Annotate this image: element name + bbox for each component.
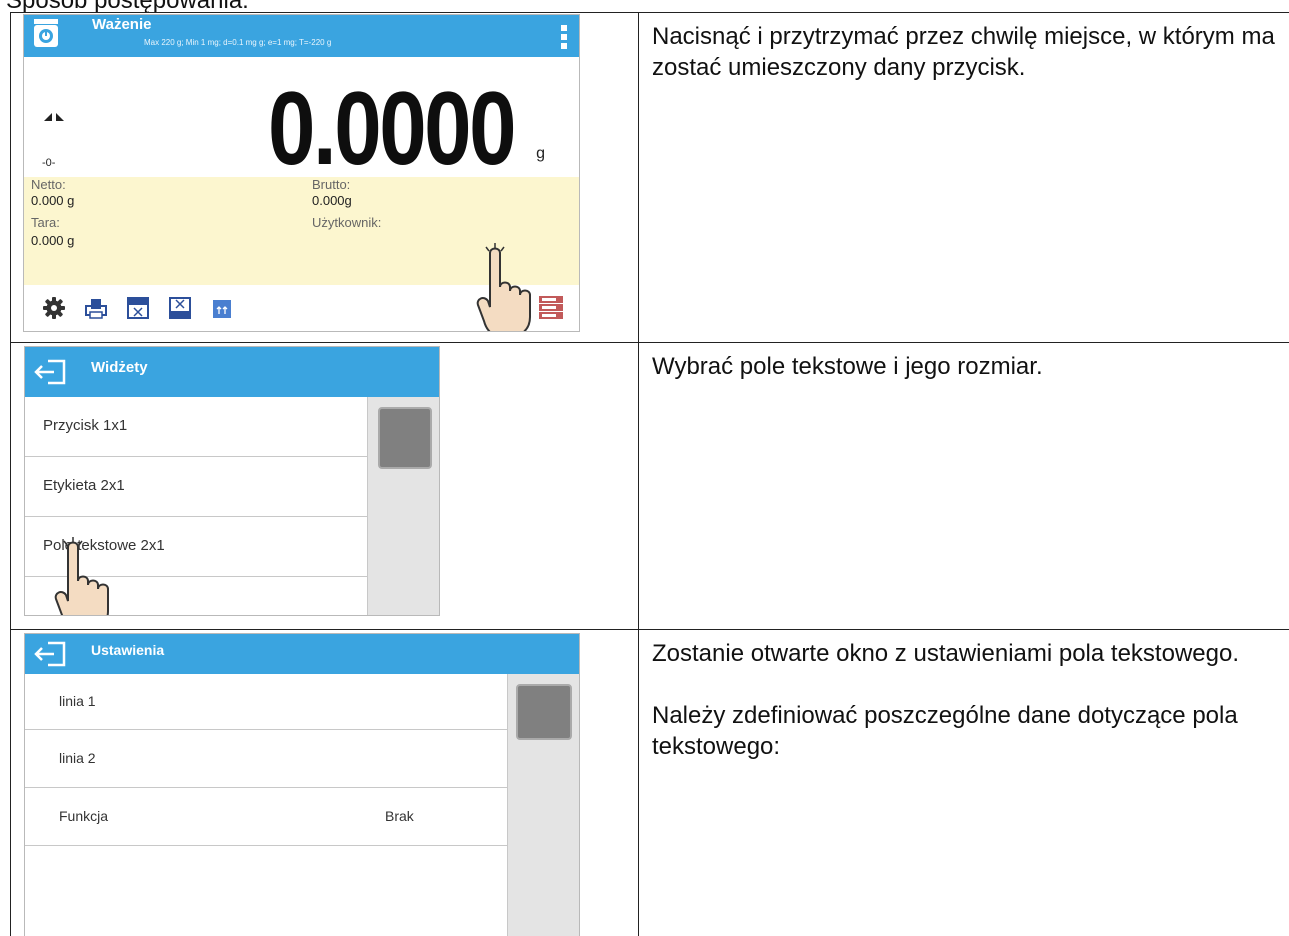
zero-indicator: -0- [42,157,56,169]
widgets-screen: Widżety Przycisk 1x1 Etykieta 2x1 Pole t… [24,346,440,616]
description-cell: Nacisnąć i przytrzymać przez chwilę miej… [638,12,1289,343]
instruction-text: Wybrać pole tekstowe i jego rozmiar. [652,353,1043,380]
screen-title: Widżety [91,359,148,376]
pointing-hand-icon [476,243,531,331]
screenshot-cell: Ważenie Max 220 g; Min 1 mg; d=0.1 mg g;… [10,12,639,343]
mode-title: Ważenie [92,16,152,33]
weighing-screen: Ważenie Max 220 g; Min 1 mg; d=0.1 mg g;… [23,14,580,332]
printer-icon[interactable] [85,297,107,319]
setting-label: linia 2 [59,750,96,766]
brutto-value: 0.000g [312,193,352,208]
setting-value: Brak [385,808,414,824]
back-exit-icon[interactable] [34,359,68,385]
netto-label: Netto: [31,177,66,192]
table-row: Ustawienia linia 1 linia 2 Funkcja Brak [10,629,1289,936]
settings-header: Ustawienia [25,634,579,674]
table-row: Widżety Przycisk 1x1 Etykieta 2x1 Pole t… [10,342,1289,630]
scrollbar[interactable] [367,397,439,615]
table-row: Ważenie Max 220 g; Min 1 mg; d=0.1 mg g;… [10,12,1289,343]
scale-logo-icon[interactable] [34,19,58,47]
stability-indicator-icon [44,113,64,121]
pointing-hand-icon [54,537,109,615]
scrollbar-thumb[interactable] [516,684,572,740]
tara-value: 0.000 g [31,233,75,248]
instruction-text: Należy zdefiniować poszczególne dane dot… [652,702,1238,760]
weight-readout: 0.0000 [267,71,517,187]
list-item-label: Etykieta 2x1 [43,477,125,494]
netto-value: 0.000 g [31,193,75,208]
screenshot-cell: Widżety Przycisk 1x1 Etykieta 2x1 Pole t… [10,342,639,630]
settings-screen: Ustawienia linia 1 linia 2 Funkcja Brak [24,633,580,936]
screenshot-cell: Ustawienia linia 1 linia 2 Funkcja Brak [10,629,639,936]
scrollbar-thumb[interactable] [378,407,432,469]
list-item-label: Przycisk 1x1 [43,417,128,434]
settings-item-linia-2[interactable]: linia 2 [25,730,507,788]
brutto-label: Brutto: [312,177,351,192]
instruction-text: Nacisnąć i przytrzymać przez chwilę miej… [652,23,1275,81]
weighing-header: Ważenie Max 220 g; Min 1 mg; d=0.1 mg g;… [24,15,579,57]
scrollbar[interactable] [507,674,579,936]
settings-item-funkcja[interactable]: Funkcja Brak [25,788,507,846]
scale-parameters: Max 220 g; Min 1 mg; d=0.1 mg g; e=1 mg;… [144,38,332,47]
tara-label: Tara: [31,215,60,230]
instruction-table: Ważenie Max 220 g; Min 1 mg; d=0.1 mg g;… [10,12,1289,936]
setting-label: linia 1 [59,693,96,709]
setting-label: Funkcja [59,808,109,824]
gear-icon[interactable] [43,297,65,319]
tare-icon[interactable] [127,297,149,319]
description-cell: Wybrać pole tekstowe i jego rozmiar. [638,342,1289,630]
tare-set-icon[interactable] [169,297,191,319]
weight-unit: g [536,145,545,162]
settings-item-linia-1[interactable]: linia 1 [25,674,507,730]
widgets-header: Widżety [25,347,439,397]
list-item-przycisk[interactable]: Przycisk 1x1 [25,397,367,457]
header-icon[interactable] [211,297,233,319]
instruction-text: Zostanie otwarte okno z ustawieniami pol… [652,640,1239,667]
back-exit-icon[interactable] [34,641,68,667]
user-label: Użytkownik: [312,215,382,230]
screen-title: Ustawienia [91,642,165,658]
description-cell: Zostanie otwarte okno z ustawieniami pol… [638,629,1289,936]
menu-dots-icon[interactable] [561,25,567,49]
list-item-etykieta[interactable]: Etykieta 2x1 [25,457,367,517]
